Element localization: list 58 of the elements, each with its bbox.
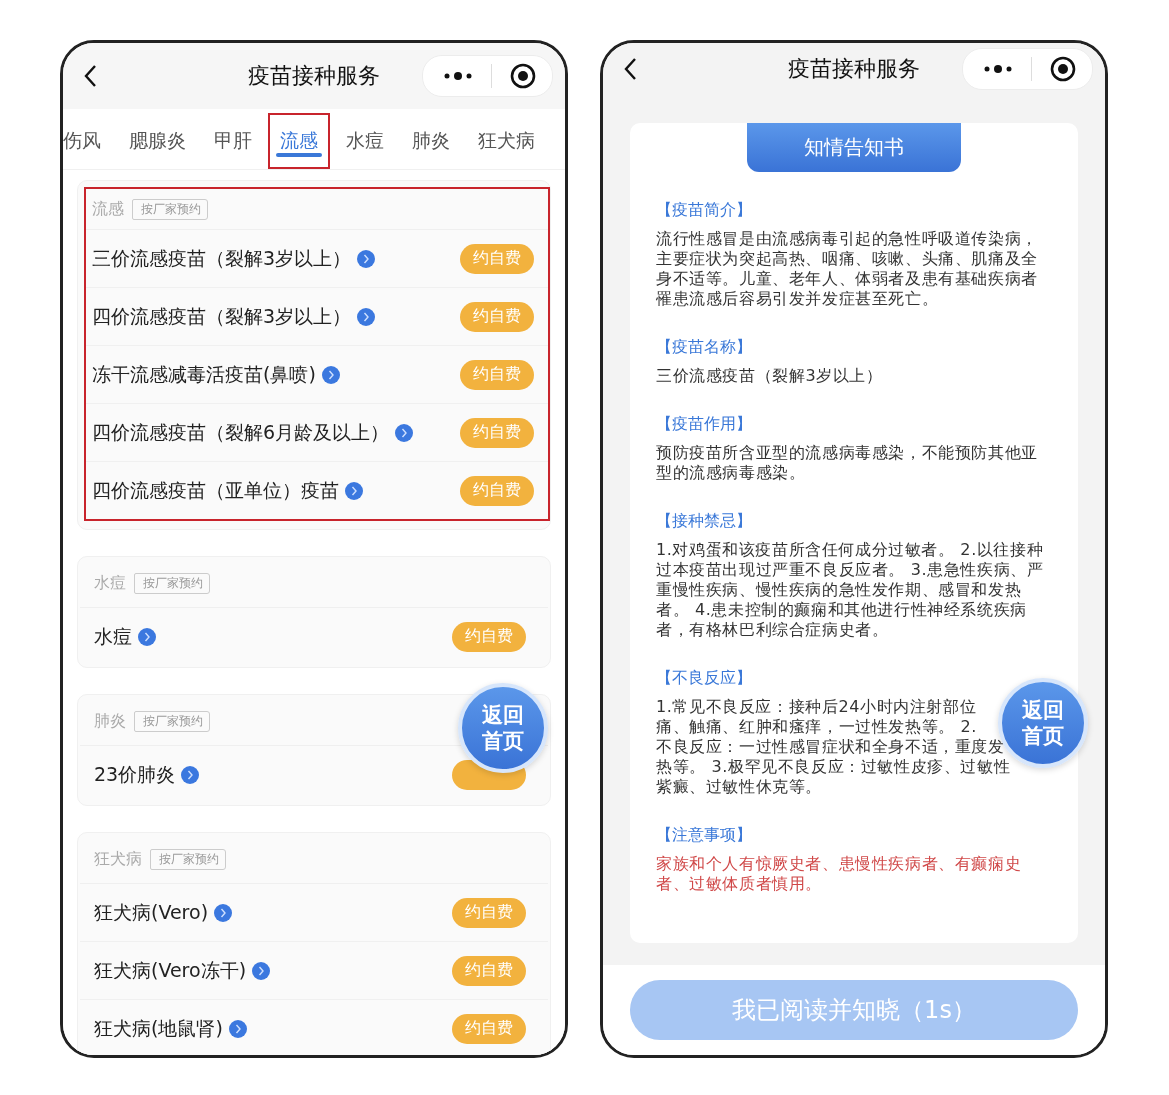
- page-title: 疫苗接种服务: [788, 55, 920, 83]
- paragraph-line: 紫癜、过敏性休克等。: [656, 777, 822, 797]
- section-heading: 【注意事项】: [656, 825, 752, 846]
- target-icon[interactable]: [510, 63, 536, 89]
- chevron-icon[interactable]: [395, 423, 414, 442]
- appointment-tag: 按厂家预约: [134, 572, 210, 594]
- chevron-icon[interactable]: [252, 961, 271, 980]
- chevron-icon[interactable]: [228, 1019, 247, 1038]
- chevron-icon[interactable]: [138, 627, 156, 646]
- back-icon[interactable]: [83, 64, 97, 88]
- paragraph: 预防疫苗所含亚型的流感病毒感染，不能预防其他亚型的流感病毒感染。: [656, 443, 1039, 483]
- appointment-tag: 按厂家预约: [132, 198, 208, 220]
- chevron-icon[interactable]: [321, 365, 340, 384]
- paragraph: 流行性感冒是由流感病毒引起的急性呼吸道传染病，主要症状为突起高热、咽痛、咳嗽、头痛、肌痛及全身不适等。儿童、老年人、体弱者及患有基础疾病者罹患流感后容易引发并发症甚至死亡。: [656, 229, 1039, 309]
- vaccine-name[interactable]: 23价肺炎: [94, 761, 176, 788]
- vaccine-name[interactable]: 四价流感疫苗（裂解3岁以上）: [92, 303, 352, 330]
- chevron-icon[interactable]: [181, 765, 200, 784]
- vaccine-name[interactable]: 水痘: [94, 623, 132, 650]
- chevron-icon[interactable]: [357, 249, 376, 268]
- target-icon[interactable]: [1050, 56, 1076, 82]
- appointment-tag: 按厂家预约: [150, 848, 226, 870]
- category-tab[interactable]: 伤风: [63, 113, 113, 169]
- section-title: 水痘: [94, 572, 126, 594]
- chevron-icon[interactable]: [214, 903, 233, 922]
- category-tab[interactable]: 水痘: [334, 113, 396, 169]
- vaccine-name[interactable]: 狂犬病(Vero冻干): [94, 957, 247, 984]
- category-tab[interactable]: 流感: [268, 113, 330, 169]
- section-title: 流感: [92, 198, 124, 220]
- vaccine-name[interactable]: 狂犬病(地鼠肾): [94, 1015, 223, 1042]
- category-tab[interactable]: 狂犬病: [466, 113, 547, 169]
- more-icon[interactable]: [443, 71, 473, 81]
- vaccine-name[interactable]: 狂犬病(Vero): [94, 899, 209, 926]
- section-heading: 【疫苗名称】: [656, 337, 752, 358]
- vaccine-name[interactable]: 四价流感疫苗（裂解6月龄及以上）: [92, 419, 390, 446]
- section-heading: 【疫苗作用】: [656, 414, 752, 435]
- section-title: 肺炎: [94, 710, 126, 732]
- vaccine-name[interactable]: 三价流感疫苗（裂解3岁以上）: [92, 245, 352, 272]
- section-heading: 【疫苗简介】: [656, 200, 752, 221]
- vaccine-name[interactable]: 四价流感疫苗（亚单位）疫苗: [92, 477, 339, 504]
- section-title: 狂犬病: [94, 848, 142, 870]
- category-tab[interactable]: 甲肝: [202, 113, 264, 169]
- category-tab[interactable]: 腮腺炎: [117, 113, 198, 169]
- consent-banner: 知情告知书: [747, 123, 961, 172]
- paragraph: 三价流感疫苗（裂解3岁以上）: [656, 366, 884, 386]
- warning-paragraph: 家族和个人有惊厥史者、患慢性疾病者、有癫痫史者、过敏体质者慎用。: [656, 854, 1023, 894]
- paragraph-line: 1.常见不良反应：接种后24小时内注射部位: [656, 697, 977, 717]
- paragraph-line: 痛、触痛、红肿和瘙痒，一过性发热等。 2.: [656, 717, 977, 737]
- chevron-icon[interactable]: [357, 307, 376, 326]
- paragraph: 1.对鸡蛋和该疫苗所含任何成分过敏者。 2.以往接种过本疫苗出现过严重不良反应者。 3.患急性疾病、严重慢性疾病、慢性疾病的急性发作期、感冒和发热者。 4.患未控制的癫痫和其他进行性神经系统疾病者，有格林巴利综合症病史者。: [656, 540, 1045, 640]
- chevron-icon[interactable]: [345, 481, 363, 500]
- vaccine-name[interactable]: 冻干流感减毒活疫苗(鼻喷): [92, 361, 316, 388]
- section-heading: 【不良反应】: [656, 668, 752, 689]
- more-icon[interactable]: [983, 64, 1013, 74]
- back-icon[interactable]: [623, 57, 637, 81]
- page-title: 疫苗接种服务: [248, 62, 380, 90]
- appointment-tag: 按厂家预约: [134, 710, 210, 732]
- category-tab[interactable]: 肺炎: [400, 113, 462, 169]
- section-heading: 【接种禁忌】: [656, 511, 752, 532]
